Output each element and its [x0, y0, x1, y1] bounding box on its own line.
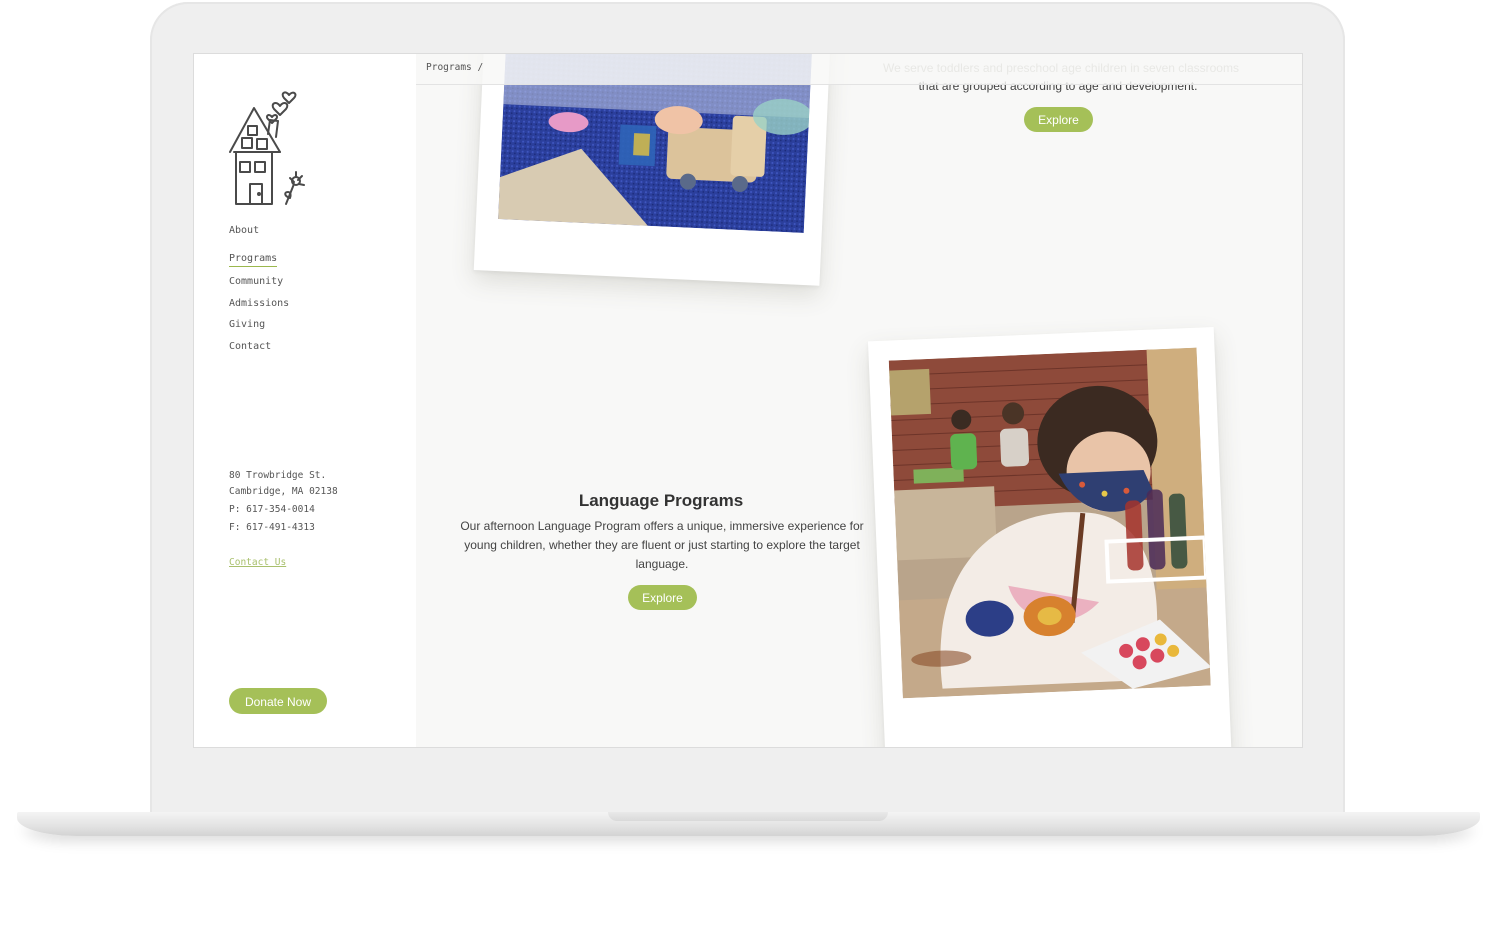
- nav-item-admissions[interactable]: Admissions: [229, 297, 289, 310]
- fax-number: F: 617-491-4313: [229, 522, 315, 533]
- explore-classrooms-button[interactable]: Explore: [1024, 107, 1093, 132]
- child-painting-photo: [888, 347, 1211, 699]
- toddler-photo-card: [473, 54, 833, 286]
- language-programs-title: Language Programs: [578, 491, 744, 510]
- house-logo-icon[interactable]: [224, 86, 308, 208]
- browser-screen: About Programs Community Admissions Givi…: [194, 54, 1302, 747]
- nav-item-programs[interactable]: Programs: [229, 252, 278, 267]
- address-block: 80 Trowbridge St. Cambridge, MA 02138 P:…: [229, 468, 338, 536]
- address-street: 80 Trowbridge St.: [229, 470, 327, 481]
- sidebar: About Programs Community Admissions Givi…: [194, 54, 416, 747]
- language-programs-description: Our afternoon Language Program offers a …: [460, 519, 864, 571]
- faded-intro-text: We serve toddlers and preschool age chil…: [883, 61, 1239, 75]
- nav-item-about[interactable]: About: [229, 224, 289, 237]
- laptop-notch: [608, 812, 888, 821]
- breadcrumb[interactable]: Programs /: [426, 62, 483, 73]
- breadcrumb-bar: Programs / We serve toddlers and prescho…: [416, 54, 1302, 85]
- painting-photo-card: [867, 326, 1233, 747]
- address-city: Cambridge, MA 02138: [229, 486, 338, 497]
- nav-item-community[interactable]: Community: [229, 275, 289, 288]
- donate-now-button[interactable]: Donate Now: [229, 688, 327, 714]
- nav-item-contact[interactable]: Contact: [229, 340, 289, 353]
- contact-us-link[interactable]: Contact Us: [229, 557, 286, 568]
- main-nav: About Programs Community Admissions Givi…: [229, 224, 289, 362]
- main-content: Programs / We serve toddlers and prescho…: [416, 54, 1302, 747]
- phone-number: P: 617-354-0014: [229, 504, 315, 515]
- nav-item-giving[interactable]: Giving: [229, 318, 289, 331]
- explore-language-button[interactable]: Explore: [628, 585, 697, 610]
